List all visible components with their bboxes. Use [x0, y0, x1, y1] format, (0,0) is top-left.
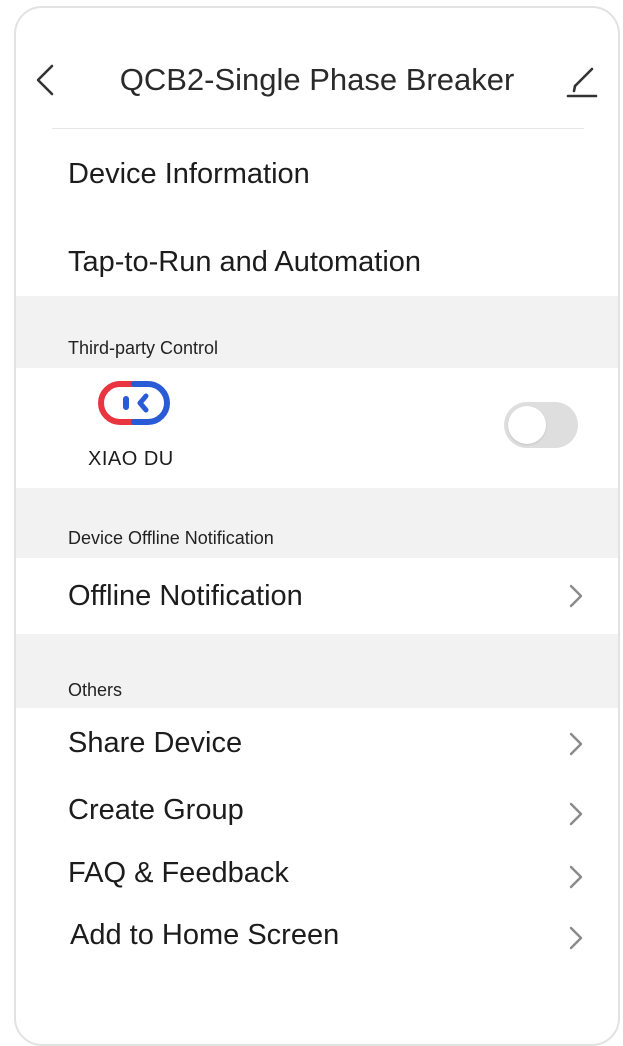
toggle-knob [508, 406, 546, 444]
screen-frame: QCB2-Single Phase Breaker Device Informa… [14, 6, 620, 1046]
share-device-label: Share Device [68, 727, 243, 759]
others-section-title: Others [68, 680, 123, 700]
header-divider [52, 128, 584, 129]
device-information-row[interactable]: Device Information [16, 132, 618, 212]
chevron-right-icon [569, 865, 583, 889]
create-group-row[interactable]: Create Group [16, 782, 618, 844]
offline-notification-row[interactable]: Offline Notification [16, 558, 618, 634]
chevron-right-icon [569, 732, 583, 756]
offline-section-header: Device Offline Notification [16, 488, 618, 558]
xiaodu-row: XIAO DU [16, 368, 618, 488]
third-party-section-title: Third-party Control [68, 338, 219, 358]
xiaodu-logo-icon [98, 381, 170, 425]
add-to-home-screen-row[interactable]: Add to Home Screen [16, 908, 618, 970]
chevron-right-icon [569, 584, 583, 608]
others-section-header: Others [16, 634, 618, 708]
chevron-right-icon [569, 802, 583, 826]
faq-feedback-row[interactable]: FAQ & Feedback [16, 846, 618, 908]
edit-pencil-icon [566, 67, 598, 98]
share-device-row[interactable]: Share Device [16, 714, 618, 776]
xiaodu-service-name: XIAO DU [88, 448, 174, 470]
xiaodu-toggle[interactable] [504, 402, 578, 448]
page-title: QCB2-Single Phase Breaker [119, 62, 515, 97]
faq-feedback-label: FAQ & Feedback [68, 857, 289, 889]
tap-to-run-label: Tap-to-Run and Automation [68, 246, 422, 278]
offline-section-title: Device Offline Notification [68, 528, 274, 548]
chevron-right-icon [569, 926, 583, 950]
tap-to-run-row[interactable]: Tap-to-Run and Automation [16, 220, 618, 300]
header-bar: QCB2-Single Phase Breaker [16, 8, 618, 130]
third-party-section-header: Third-party Control [16, 296, 618, 368]
create-group-label: Create Group [68, 794, 244, 826]
add-to-home-screen-label: Add to Home Screen [70, 919, 340, 951]
offline-notification-label: Offline Notification [68, 580, 303, 612]
edit-name-button[interactable] [562, 62, 602, 102]
back-button[interactable] [30, 60, 62, 100]
device-information-label: Device Information [68, 158, 310, 190]
chevron-left-icon [36, 64, 54, 96]
